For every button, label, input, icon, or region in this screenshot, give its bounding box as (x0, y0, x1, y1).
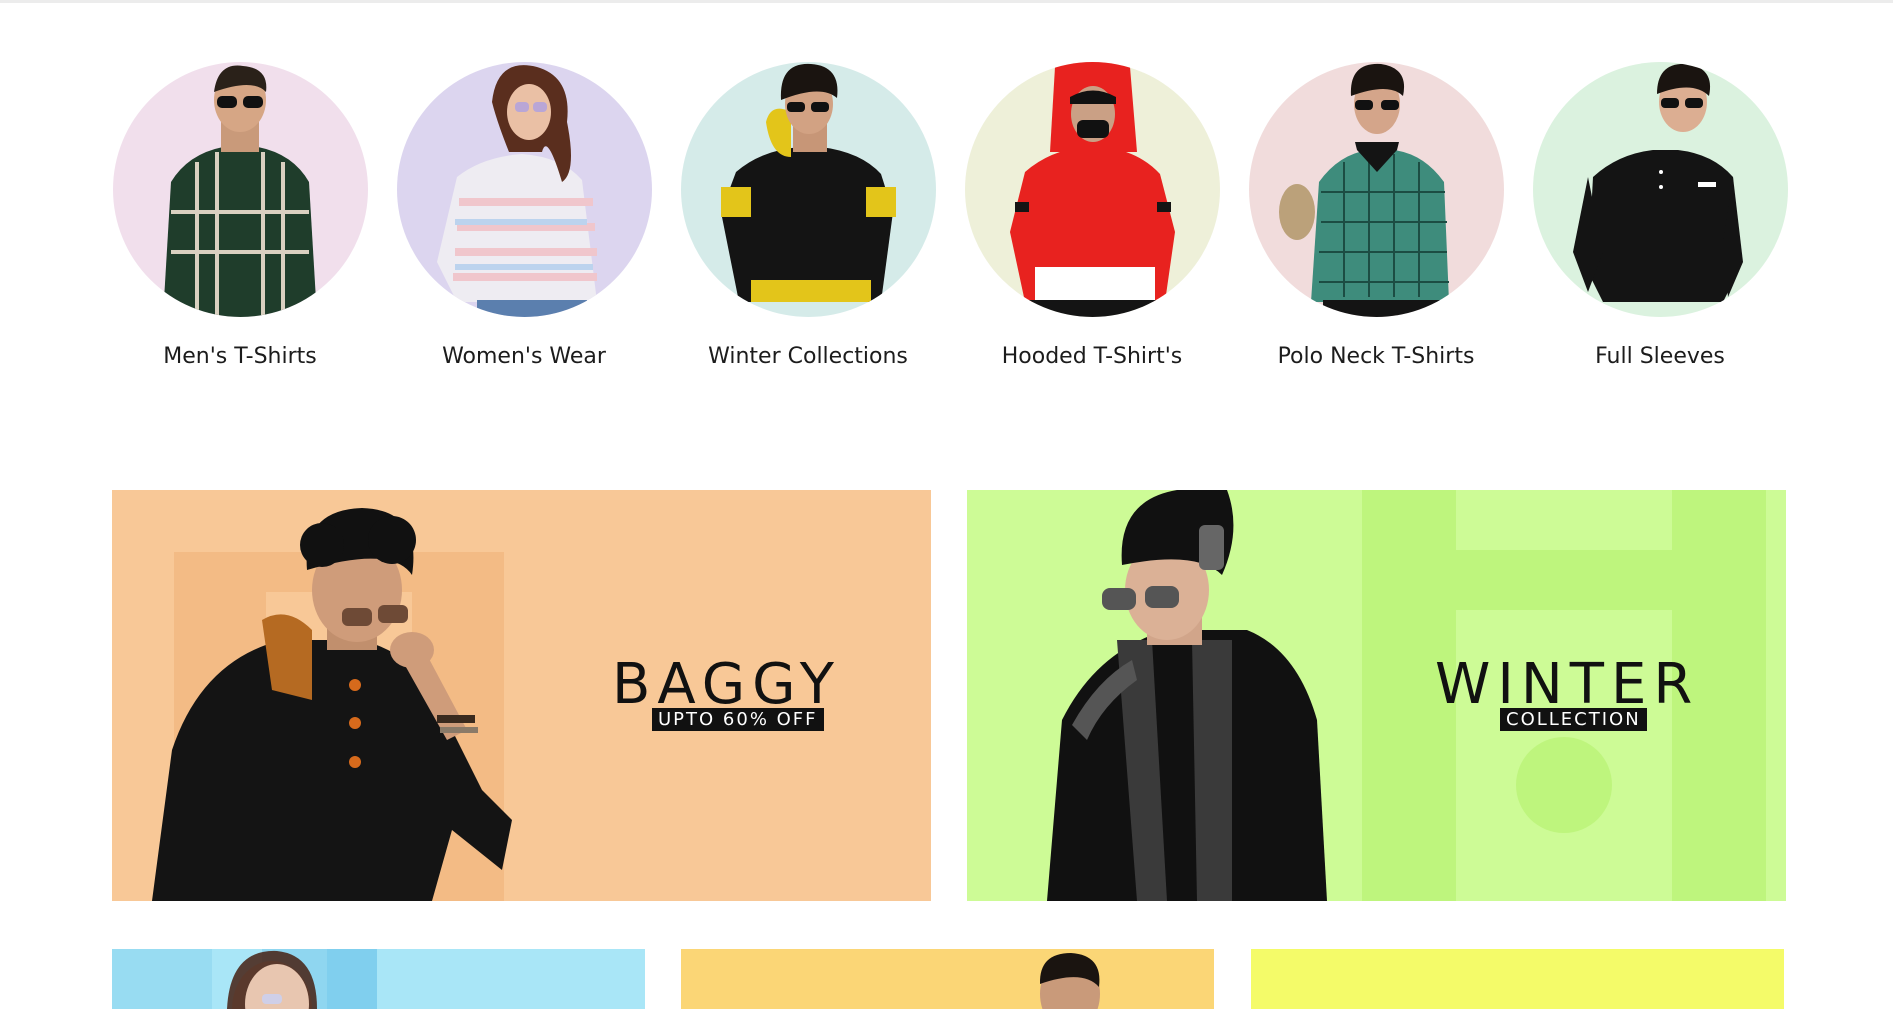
category-label[interactable]: Women's Wear (396, 344, 652, 369)
category-image-hooded-tshirts[interactable] (964, 62, 1220, 317)
baggy-tag: UPTO 60% OFF (652, 708, 824, 731)
category-label[interactable]: Men's T-Shirts (112, 344, 368, 369)
bottom-banner-2-image (1039, 953, 1100, 1009)
winter-tag: COLLECTION (1500, 708, 1647, 731)
bottom-banner-3[interactable] (1251, 949, 1784, 1009)
category-polo-neck-tshirts[interactable]: Polo Neck T-Shirts (1248, 62, 1504, 369)
model-figure-icon (1278, 63, 1449, 317)
category-image-mens-tshirts[interactable] (112, 62, 368, 317)
category-label[interactable]: Hooded T-Shirt's (964, 344, 1220, 369)
category-label[interactable]: Polo Neck T-Shirts (1248, 344, 1504, 369)
category-label[interactable]: Full Sleeves (1532, 344, 1788, 369)
category-strip: Men's T-Shirts Women's Wear Winter Colle… (112, 62, 1792, 382)
category-image-polo-neck-tshirts[interactable] (1248, 62, 1504, 317)
category-image-womens-wear[interactable] (396, 62, 652, 317)
category-full-sleeves[interactable]: Full Sleeves (1532, 62, 1788, 369)
category-womens-wear[interactable]: Women's Wear (396, 62, 652, 369)
bottom-banner-1[interactable] (112, 949, 645, 1009)
model-figure-icon (1572, 63, 1743, 302)
category-mens-tshirts[interactable]: Men's T-Shirts (112, 62, 368, 369)
category-image-winter-collections[interactable] (680, 62, 936, 317)
model-figure-icon (720, 63, 896, 302)
model-figure-icon (162, 65, 317, 317)
bottom-banner-2[interactable] (681, 949, 1214, 1009)
banner-baggy[interactable]: BAGGY UPTO 60% OFF (112, 490, 931, 901)
bottom-banner-1-image (112, 949, 377, 1009)
model-figure-icon (1009, 62, 1175, 317)
top-divider (0, 0, 1893, 3)
banner-winter[interactable]: WINTER COLLECTION (967, 490, 1786, 901)
category-label[interactable]: Winter Collections (680, 344, 936, 369)
model-figure-icon (436, 65, 597, 317)
category-winter-collections[interactable]: Winter Collections (680, 62, 936, 369)
category-hooded-tshirts[interactable]: Hooded T-Shirt's (964, 62, 1220, 369)
category-image-full-sleeves[interactable] (1532, 62, 1788, 317)
